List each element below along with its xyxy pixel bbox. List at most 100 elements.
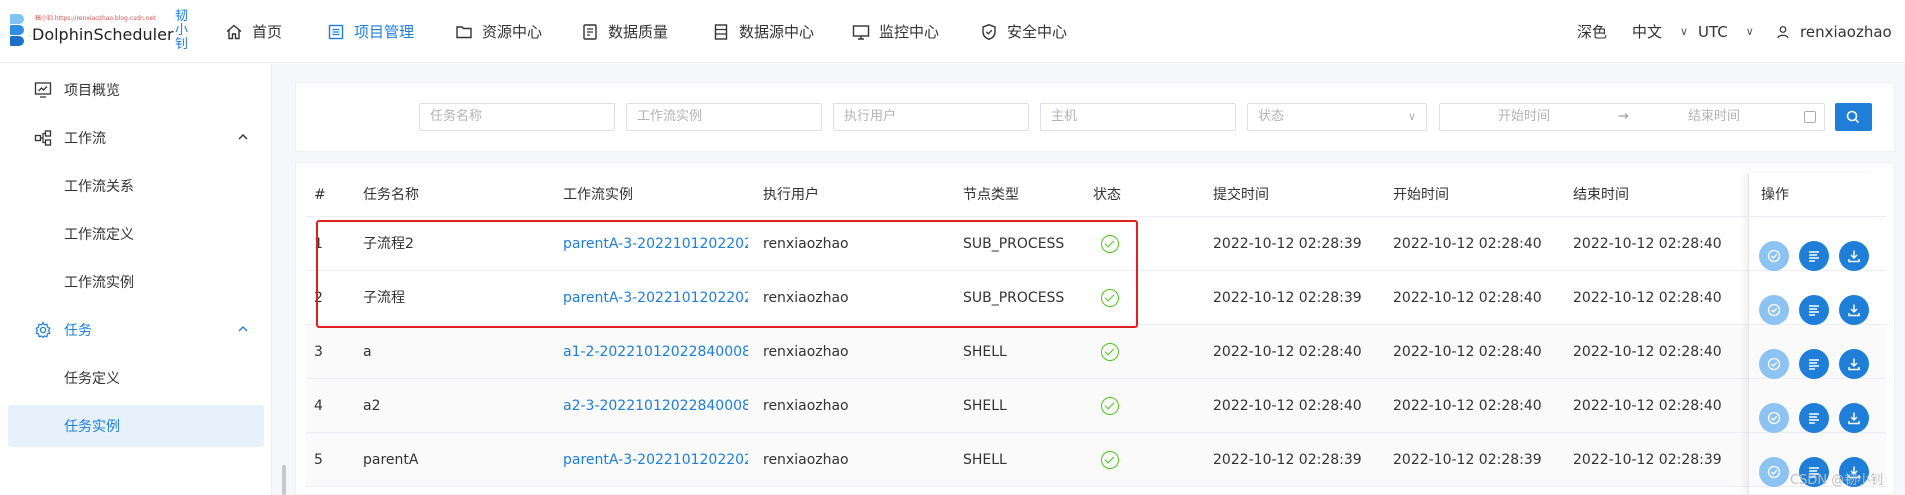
cell-end-time: 2022-10-12 02:28:39	[1573, 452, 1722, 468]
cell-start-time: 2022-10-12 02:28:39	[1393, 452, 1542, 468]
cell-start-time: 2022-10-12 02:28:40	[1393, 290, 1542, 306]
nav-label: 监控中心	[879, 23, 940, 41]
sidebar-group-label: 任务	[64, 323, 92, 339]
column-header-start-time: 开始时间	[1393, 187, 1449, 203]
sidebar-item-workflow-definition[interactable]: 工作流定义	[8, 213, 264, 255]
download-log-button[interactable]	[1839, 403, 1869, 433]
task-name-input[interactable]: 任务名称	[419, 103, 615, 131]
log-icon	[1809, 413, 1819, 424]
task-instance-table: # 任务名称 工作流实例 执行用户 节点类型 状态 提交时间 开始时间 结束时间…	[295, 162, 1895, 495]
search-icon	[1846, 110, 1860, 124]
nav-data-quality[interactable]: 数据质量	[581, 0, 668, 63]
check-icon	[1767, 249, 1781, 263]
view-log-button[interactable]	[1799, 241, 1829, 271]
cell-workflow-instance-link[interactable]: a1-2-20221012022840008	[563, 325, 748, 379]
sidebar-item-project-overview[interactable]: 项目概览	[8, 69, 264, 111]
success-state-icon	[1101, 343, 1119, 361]
nav-security-center[interactable]: 安全中心	[980, 0, 1067, 63]
sidebar-item-label: 工作流关系	[64, 179, 134, 195]
table-row[interactable]: 3 a a1-2-20221012022840008 renxiaozhao SHELL…	[306, 325, 1886, 379]
sidebar-item-label: 工作流实例	[64, 275, 134, 291]
cell-executor: renxiaozhao	[763, 344, 849, 360]
cell-executor: renxiaozhao	[763, 398, 849, 414]
cell-index: 5	[314, 452, 323, 468]
cell-start-time: 2022-10-12 02:28:40	[1393, 398, 1542, 414]
nav-label: 项目管理	[354, 23, 415, 41]
nav-label: 数据源中心	[739, 23, 815, 41]
gear-icon	[35, 321, 51, 339]
sidebar-item-label: 工作流定义	[64, 227, 134, 243]
placeholder-text: 主机	[1051, 109, 1078, 124]
nav-monitor-center[interactable]: 监控中心	[852, 0, 939, 63]
cell-end-time: 2022-10-12 02:28:40	[1573, 344, 1722, 360]
logo-mark-icon	[10, 14, 32, 48]
nav-project-management[interactable]: 项目管理	[327, 0, 414, 63]
table-row[interactable]: 4 a2 a2-3-20221012022840008 renxiaozhao SHEL…	[306, 379, 1886, 433]
placeholder-text: 工作流实例	[637, 109, 703, 124]
column-header-executor: 执行用户	[763, 187, 819, 203]
download-log-button[interactable]	[1839, 241, 1869, 271]
table-row[interactable]: 5 parentA parentA-3-2022101202202… renxiaoz…	[306, 433, 1886, 487]
nav-label: 资源中心	[482, 23, 543, 41]
top-header: 稿小钊 https://renxiaozhao.blog.csdn.net Do…	[0, 0, 1905, 63]
download-log-button[interactable]	[1839, 295, 1869, 325]
sidebar-item-task-instance[interactable]: 任务实例	[8, 405, 264, 447]
cell-end-time: 2022-10-12 02:28:40	[1573, 398, 1722, 414]
column-header-node-type: 节点类型	[963, 187, 1019, 203]
sidebar-item-workflow-instance[interactable]: 工作流实例	[8, 261, 264, 303]
sidebar-scrollbar[interactable]	[282, 465, 286, 495]
download-icon	[1848, 412, 1860, 425]
table-header: # 任务名称 工作流实例 执行用户 节点类型 状态 提交时间 开始时间 结束时间	[306, 173, 1886, 217]
force-success-button[interactable]	[1759, 241, 1789, 271]
view-log-button[interactable]	[1799, 349, 1829, 379]
check-icon	[1767, 465, 1781, 479]
cell-node-type: SHELL	[963, 344, 1007, 360]
view-log-button[interactable]	[1799, 295, 1829, 325]
column-header-index: #	[314, 187, 326, 203]
force-success-button[interactable]	[1759, 349, 1789, 379]
cell-workflow-instance-link[interactable]: a2-3-20221012022840008	[563, 379, 748, 433]
logo-watermark-text: 稿小钊 https://renxiaozhao.blog.csdn.net	[35, 15, 156, 22]
app-logo[interactable]: 稿小钊 https://renxiaozhao.blog.csdn.net Do…	[10, 10, 195, 54]
cell-task-name: parentA	[363, 452, 419, 468]
check-icon	[1767, 303, 1781, 317]
nav-resource-center[interactable]: 资源中心	[455, 0, 542, 63]
force-success-button[interactable]	[1759, 295, 1789, 325]
timezone-select[interactable]: UTC ∨	[1698, 0, 1754, 63]
force-success-button[interactable]	[1759, 403, 1789, 433]
view-log-button[interactable]	[1799, 403, 1829, 433]
host-input[interactable]: 主机	[1040, 103, 1236, 131]
download-icon	[1848, 304, 1860, 317]
language-select[interactable]: 中文 ∨	[1632, 0, 1688, 63]
column-header-end-time: 结束时间	[1573, 187, 1629, 203]
cell-submit-time: 2022-10-12 02:28:40	[1213, 344, 1362, 360]
workflow-instance-input[interactable]: 工作流实例	[626, 103, 822, 131]
executor-input[interactable]: 执行用户	[833, 103, 1029, 131]
download-log-button[interactable]	[1839, 349, 1869, 379]
chevron-down-icon: ∨	[1680, 25, 1689, 38]
search-button[interactable]	[1835, 103, 1872, 131]
sidebar-item-workflow-relation[interactable]: 工作流关系	[8, 165, 264, 207]
timezone-label: UTC	[1698, 22, 1728, 41]
cell-node-type: SHELL	[963, 398, 1007, 414]
check-icon	[1767, 411, 1781, 425]
sidebar-group-task[interactable]: 任务	[8, 309, 264, 351]
date-range-picker[interactable]: 开始时间 → 结束时间	[1439, 103, 1825, 131]
cell-end-time: 2022-10-12 02:28:40	[1573, 290, 1722, 306]
cell-workflow-instance-link[interactable]: parentA-3-2022101202202…	[563, 433, 748, 487]
state-select[interactable]: 状态 ∨	[1247, 103, 1427, 131]
nav-datasource-center[interactable]: 数据源中心	[712, 0, 814, 63]
app-name: DolphinScheduler	[32, 25, 174, 44]
nav-label: 数据质量	[608, 23, 669, 41]
logo-side-text: 韧小钊	[175, 9, 189, 52]
workflow-icon	[34, 130, 52, 146]
sidebar-item-task-definition[interactable]: 任务定义	[8, 357, 264, 399]
user-menu[interactable]: renxiaozhao	[1776, 0, 1892, 63]
force-success-button[interactable]	[1759, 457, 1789, 487]
download-icon	[1848, 250, 1860, 263]
nav-home[interactable]: 首页	[225, 0, 282, 63]
language-label: 中文	[1632, 23, 1663, 41]
sidebar-group-workflow[interactable]: 工作流	[8, 117, 264, 159]
cell-submit-time: 2022-10-12 02:28:39	[1213, 452, 1362, 468]
theme-toggle[interactable]: 深色	[1577, 0, 1607, 63]
